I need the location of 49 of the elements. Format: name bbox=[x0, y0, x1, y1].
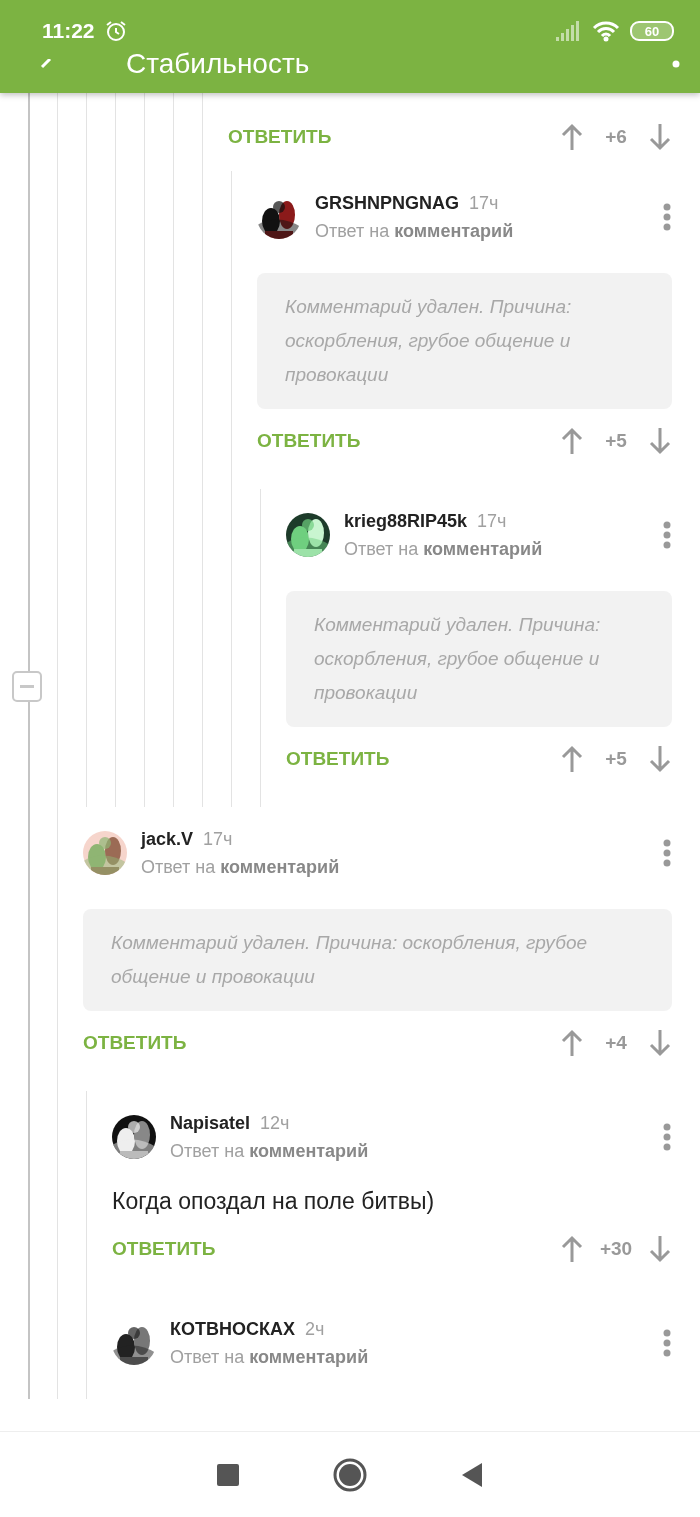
vote-score: +5 bbox=[604, 430, 628, 452]
signal-icon bbox=[556, 21, 582, 41]
recent-apps-icon[interactable] bbox=[217, 1463, 239, 1486]
reply-to-text: Ответ на комментарий bbox=[170, 1140, 370, 1163]
upvote-icon[interactable] bbox=[560, 1235, 584, 1263]
upvote-icon[interactable] bbox=[560, 1029, 584, 1057]
downvote-icon[interactable] bbox=[648, 1235, 672, 1263]
reply-to-text: Ответ на комментарий bbox=[344, 538, 544, 561]
vote-score: +30 bbox=[598, 1238, 634, 1260]
upvote-icon[interactable] bbox=[560, 427, 584, 455]
username[interactable]: КОТВНОСКАХ bbox=[170, 1317, 295, 1341]
comment-time: 17ч bbox=[203, 828, 233, 851]
reply-to-text: Ответ на комментарий bbox=[315, 220, 515, 243]
comment-time: 2ч bbox=[305, 1318, 325, 1341]
deleted-comment-notice: Комментарий удален. Причина: оскорбления, грубое общение и провокации bbox=[257, 273, 672, 409]
comment-time: 12ч bbox=[260, 1112, 290, 1135]
upvote-icon[interactable] bbox=[560, 745, 584, 773]
downvote-icon[interactable] bbox=[648, 427, 672, 455]
username[interactable]: GRSHNPNGNAG bbox=[315, 191, 459, 215]
alarm-icon bbox=[104, 20, 127, 42]
deleted-comment-notice: Комментарий удален. Причина: оскорбления, грубое общение и провокации bbox=[286, 591, 672, 727]
username[interactable]: krieg88RIP45k bbox=[344, 509, 468, 533]
more-icon[interactable] bbox=[662, 1122, 672, 1152]
clock-time: 11:22 bbox=[42, 19, 95, 43]
username[interactable]: Napisatel bbox=[170, 1111, 251, 1135]
vote-score: +6 bbox=[604, 126, 628, 148]
comment-time: 17ч bbox=[469, 192, 499, 215]
more-icon[interactable] bbox=[672, 59, 680, 68]
downvote-icon[interactable] bbox=[648, 745, 672, 773]
username[interactable]: jack.V bbox=[141, 827, 194, 851]
collapse-button[interactable] bbox=[12, 671, 42, 702]
more-icon[interactable] bbox=[662, 202, 672, 232]
upvote-icon[interactable] bbox=[560, 123, 584, 151]
downvote-icon[interactable] bbox=[648, 1029, 672, 1057]
wifi-icon bbox=[592, 20, 620, 42]
more-icon[interactable] bbox=[662, 520, 672, 550]
more-icon[interactable] bbox=[662, 1328, 672, 1358]
reply-to-text: Ответ на комментарий bbox=[141, 856, 341, 879]
downvote-icon[interactable] bbox=[648, 123, 672, 151]
page-title: Стабильность bbox=[126, 48, 311, 79]
reply-to-text: Ответ на комментарий bbox=[170, 1346, 370, 1369]
comment-text: Когда опоздал на поле битвы) bbox=[112, 1187, 436, 1216]
battery-icon: 60 bbox=[630, 21, 674, 41]
vote-score: +4 bbox=[604, 1032, 628, 1054]
comment-time: 17ч bbox=[477, 510, 507, 533]
home-icon[interactable] bbox=[333, 1457, 367, 1492]
more-icon[interactable] bbox=[662, 838, 672, 868]
vote-score: +5 bbox=[604, 748, 628, 770]
deleted-comment-notice: Комментарий удален. Причина: оскорбления, грубое общение и провокации bbox=[83, 909, 672, 1011]
